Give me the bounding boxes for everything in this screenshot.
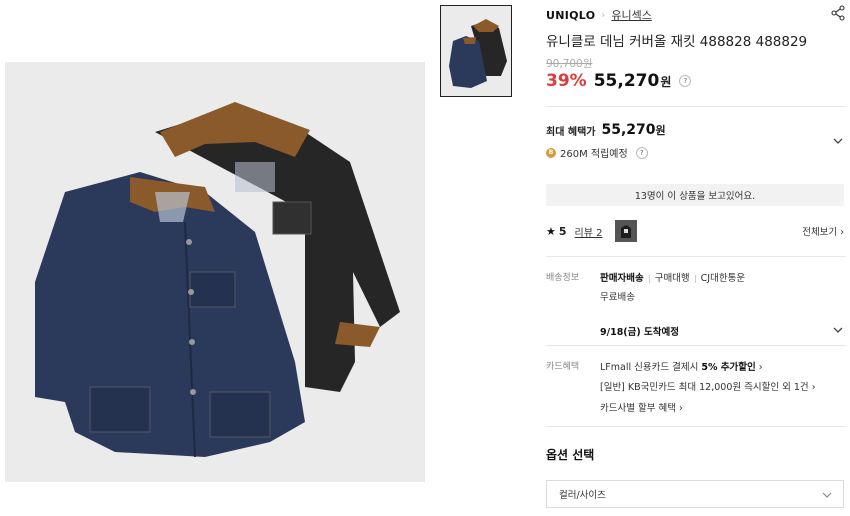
see-all-reviews-link[interactable]: 전체보기 › xyxy=(802,224,844,238)
main-product-image xyxy=(5,62,425,482)
points-text: 260M 적립예정 xyxy=(560,149,628,160)
carrier-name: CJ대한통운 xyxy=(700,273,746,284)
option-section-title: 옵션 선택 xyxy=(546,448,595,462)
seller-shipping: 판매자배송 xyxy=(600,273,644,284)
separator xyxy=(694,274,696,283)
review-photo-thumbnail[interactable] xyxy=(615,220,638,242)
option-select[interactable]: 컬러/사이즈 xyxy=(546,480,844,508)
rating-value: 5 xyxy=(558,224,567,238)
price-currency: 원 xyxy=(660,74,672,89)
original-price: 90,700원 xyxy=(546,58,593,70)
divider xyxy=(546,426,846,427)
divider xyxy=(546,256,846,257)
chevron-down-icon xyxy=(822,492,832,498)
viewers-banner: 13명이 이 상품을 보고있어요. xyxy=(546,184,844,206)
divider xyxy=(546,106,846,107)
category-link[interactable]: 유니섹스 xyxy=(611,7,651,23)
free-shipping: 무료배송 xyxy=(600,292,635,303)
point-badge-icon: B xyxy=(546,147,556,158)
purchase-agent: 구매대행 xyxy=(654,273,690,284)
chevron-right-icon: › xyxy=(601,9,606,21)
divider xyxy=(546,345,846,346)
max-benefit-label: 최대 혜택가 xyxy=(546,126,596,138)
review-row: ★ 5 리뷰 2 전체보기 › xyxy=(546,220,844,242)
star-icon: ★ xyxy=(546,224,556,238)
chevron-down-icon[interactable] xyxy=(832,324,844,336)
thumbnail-jacket-illustration xyxy=(449,19,507,88)
discount-rate: 39% xyxy=(546,71,587,91)
share-icon[interactable] xyxy=(830,5,846,21)
installment-benefit[interactable]: 카드사별 할부 혜택 › xyxy=(600,400,683,414)
help-icon[interactable]: ? xyxy=(679,75,692,87)
chevron-down-icon[interactable] xyxy=(832,135,844,147)
brand-link[interactable]: UNIQLO xyxy=(546,9,595,22)
max-benefit-currency: 원 xyxy=(655,124,666,137)
kb-card-benefit[interactable]: [일반] KB국민카드 최대 12,000원 즉시할인 외 1건 › xyxy=(600,379,816,393)
shipping-methods: 판매자배송 구매대행 CJ대한통운 xyxy=(600,270,745,284)
option-select-placeholder: 컬러/사이즈 xyxy=(559,490,606,501)
product-thumbnail[interactable] xyxy=(440,5,512,97)
review-count-link[interactable]: 리뷰 2 xyxy=(575,224,603,239)
help-icon[interactable]: ? xyxy=(635,146,648,159)
price-row: 39% 55,270 원 ? xyxy=(546,71,692,91)
points-row: B 260M 적립예정 ? xyxy=(546,145,648,160)
arrival-date: 9/18(금) 도착예정 xyxy=(600,327,679,338)
lfmall-card-benefit[interactable]: LFmall 신용카드 결제시 5% 추가할인 › xyxy=(600,359,763,373)
product-title: 유니클로 데님 커버올 재킷 488828 488829 xyxy=(546,34,808,50)
shipping-label: 배송정보 xyxy=(546,273,580,283)
sale-price: 55,270 xyxy=(593,71,660,91)
max-benefit-row[interactable]: 최대 혜택가 55,270 원 xyxy=(546,122,846,138)
jacket-illustration xyxy=(35,102,400,458)
separator xyxy=(648,274,650,283)
review-photo-illustration xyxy=(615,220,638,242)
breadcrumb: UNIQLO › 유니섹스 xyxy=(546,7,652,23)
max-benefit-price: 55,270 xyxy=(601,122,656,138)
card-benefit-label: 카드혜택 xyxy=(546,362,580,372)
